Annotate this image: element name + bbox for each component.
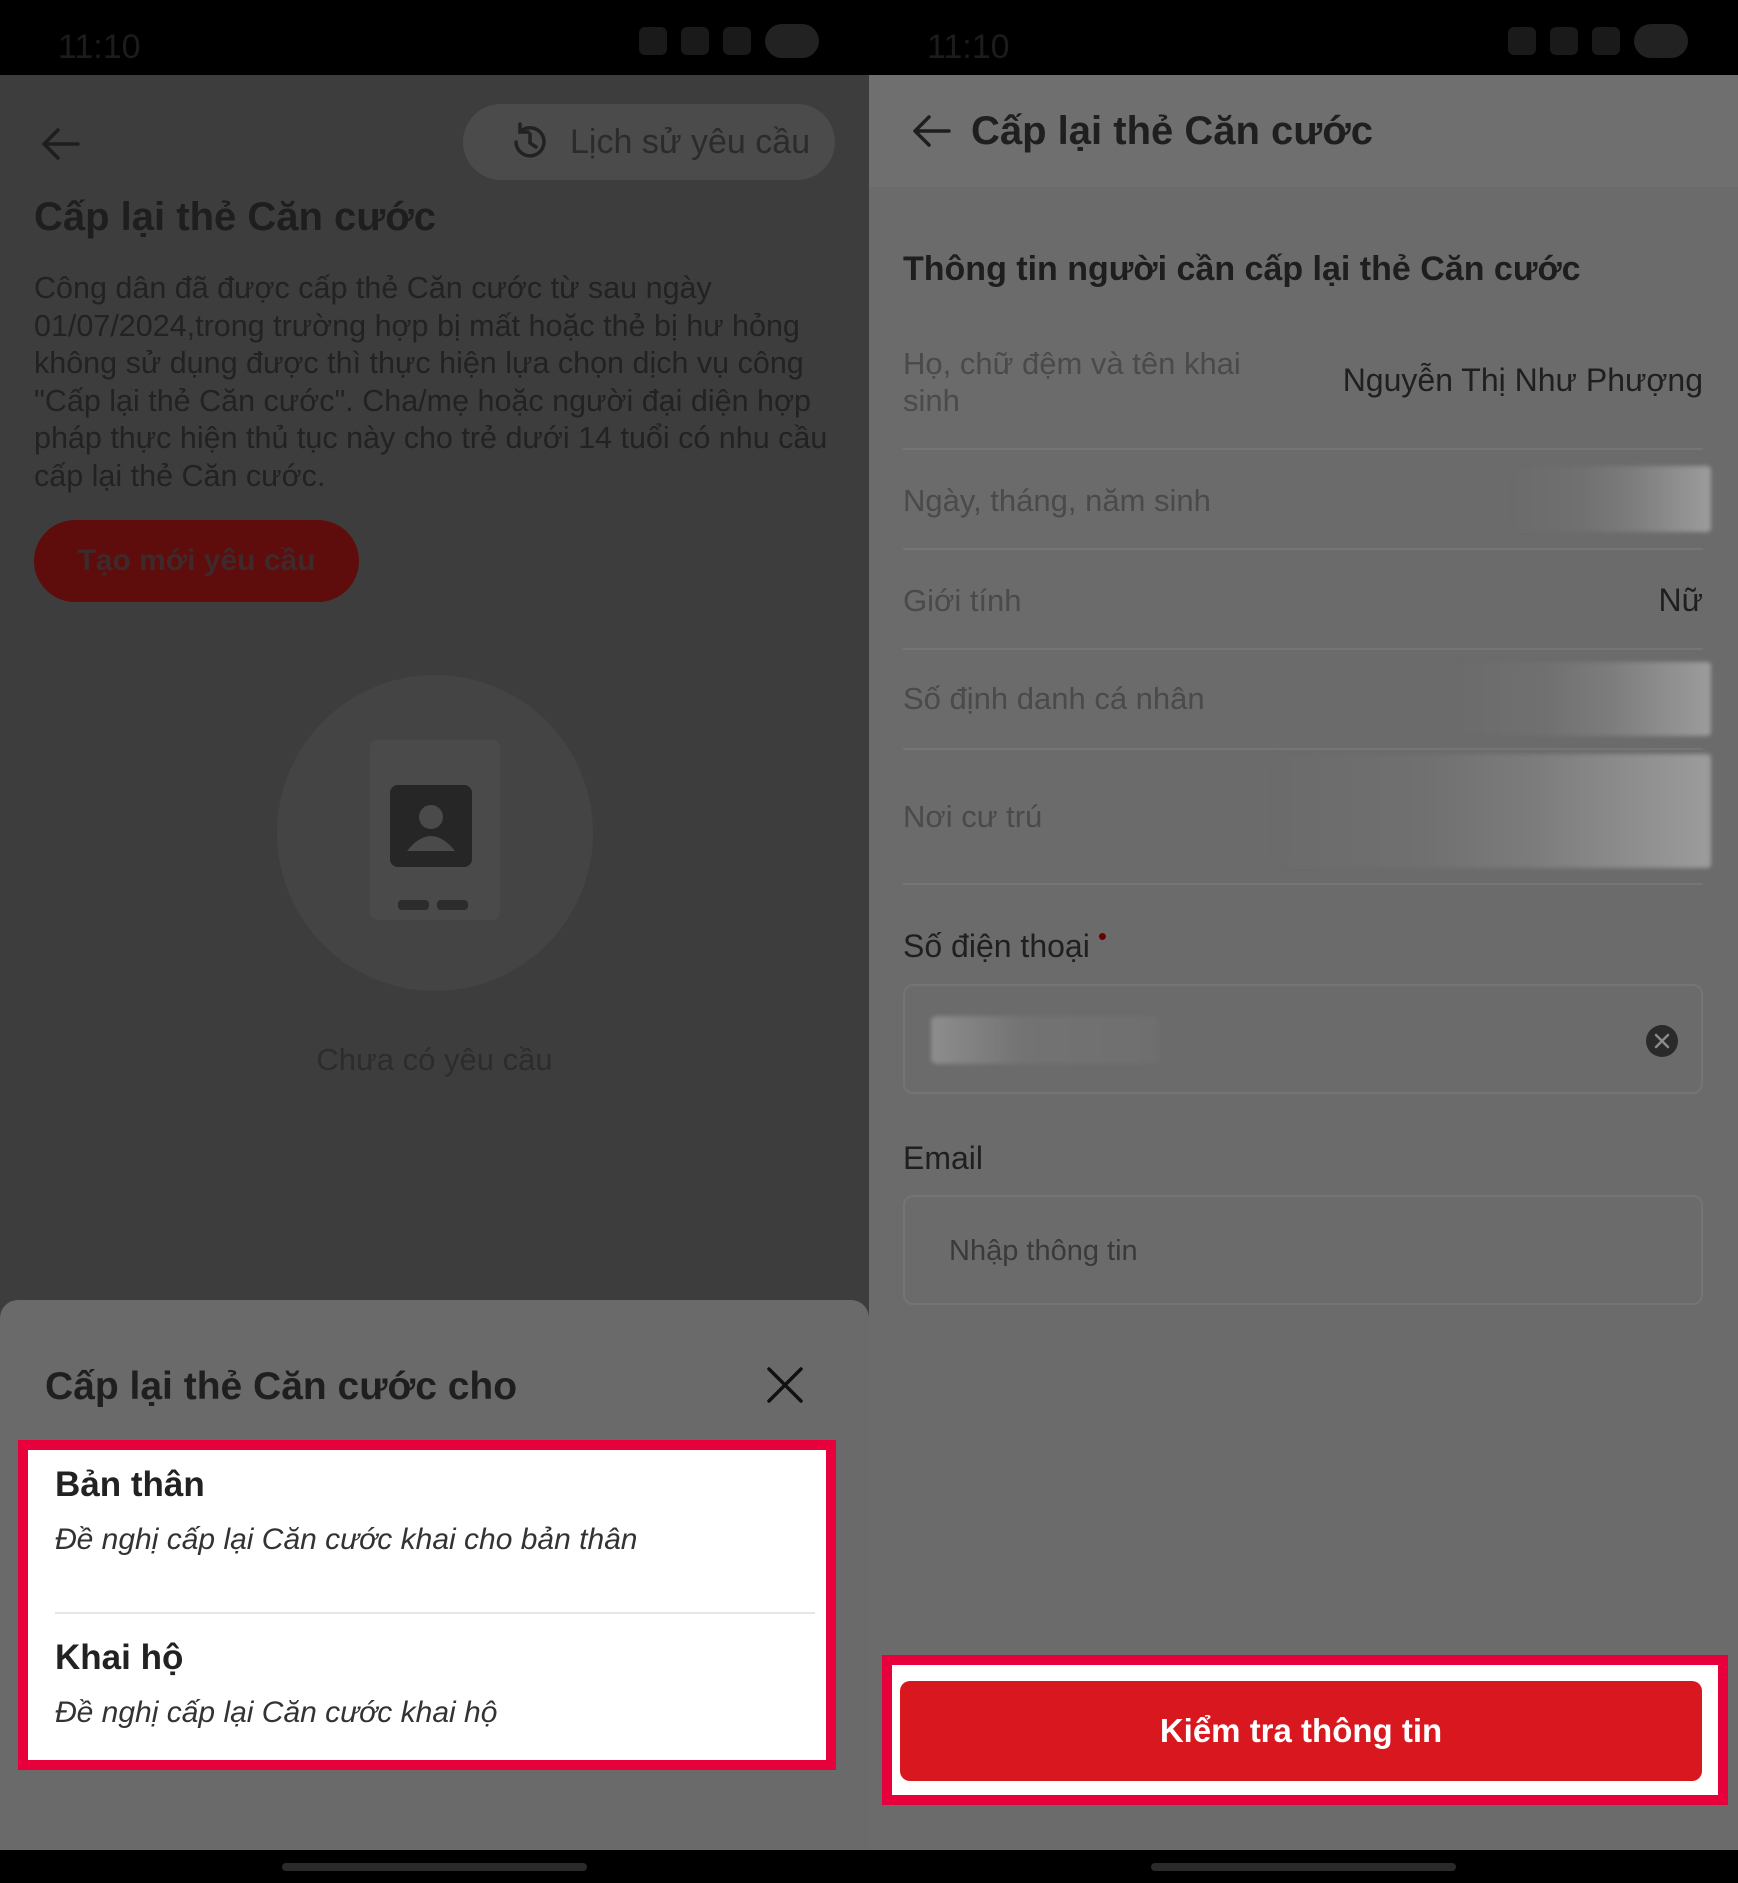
- residence-redacted: [1271, 754, 1711, 868]
- gender-value: Nữ: [1658, 582, 1703, 618]
- new-request-button[interactable]: Tạo mới yêu cầu: [34, 520, 359, 602]
- empty-state-text: Chưa có yêu cầu: [316, 1042, 553, 1077]
- mute-icon: [1550, 27, 1578, 55]
- phone-label-text: Số điện thoại: [903, 928, 1090, 964]
- check-info-button[interactable]: Kiểm tra thông tin: [900, 1681, 1702, 1781]
- option-on-behalf-title: Khai hộ: [55, 1638, 184, 1677]
- header-title: Cấp lại thẻ Căn cước: [971, 109, 1373, 153]
- personal-id-label: Số định danh cá nhân: [903, 681, 1205, 716]
- status-bar: 11:10: [869, 0, 1738, 75]
- battery-icon: [1634, 24, 1688, 58]
- battery-icon: [765, 24, 819, 58]
- status-time: 11:10: [58, 28, 141, 66]
- history-clock-icon: [514, 122, 546, 158]
- option-self[interactable]: Bản thân Đề nghị cấp lại Căn cước khai c…: [55, 1465, 815, 1557]
- email-field-label: Email: [903, 1140, 984, 1176]
- personal-id-redacted: [1456, 662, 1711, 736]
- page-description: Công dân đã được cấp thẻ Căn cước từ sau…: [34, 271, 828, 493]
- birth-date-label: Ngày, tháng, năm sinh: [903, 483, 1211, 518]
- heart-icon: [1508, 27, 1536, 55]
- app-header: Cấp lại thẻ Căn cước: [869, 75, 1738, 187]
- sheet-title: Cấp lại thẻ Căn cước cho: [45, 1365, 518, 1408]
- right-phone-screen: 11:10 Cấp lại thẻ Căn cước Thông tin ngư…: [869, 0, 1738, 1883]
- section-title: Thông tin người cần cấp lại thẻ Căn cước: [903, 250, 1581, 288]
- residence-label: Nơi cư trú: [903, 799, 1043, 834]
- left-phone-screen: 11:10 Lịch sử yêu cầu Cấp lại thẻ Căn cư…: [0, 0, 869, 1883]
- option-on-behalf-subtitle: Đề nghị cấp lại Căn cước khai hộ: [55, 1696, 498, 1729]
- info-row-residence: Nơi cư trú: [903, 750, 1711, 885]
- email-input[interactable]: Nhập thông tin: [903, 1195, 1703, 1305]
- page-title: Cấp lại thẻ Căn cước: [34, 195, 436, 239]
- history-button[interactable]: Lịch sử yêu cầu: [463, 104, 835, 180]
- signal-icon: [723, 27, 751, 55]
- mute-icon: [681, 27, 709, 55]
- birth-date-redacted: [1511, 466, 1711, 532]
- info-row-full-name: Họ, chữ đệm và tên khai sinh Nguyễn Thị …: [903, 340, 1703, 450]
- status-icons: [639, 24, 819, 58]
- card-lines: [398, 900, 468, 910]
- history-button-label: Lịch sử yêu cầu: [570, 122, 811, 161]
- back-arrow-icon[interactable]: [909, 109, 953, 153]
- check-button-highlight-box: Kiểm tra thông tin: [882, 1655, 1728, 1805]
- phone-input[interactable]: [903, 984, 1703, 1094]
- status-bar: 11:10: [0, 0, 869, 75]
- person-icon: [390, 785, 472, 867]
- required-marker: •: [1097, 921, 1107, 951]
- option-self-subtitle: Đề nghị cấp lại Căn cước khai cho bản th…: [55, 1523, 638, 1556]
- back-arrow-icon[interactable]: [38, 122, 82, 166]
- home-indicator[interactable]: [1151, 1863, 1456, 1871]
- status-time: 11:10: [927, 28, 1010, 66]
- phone-value-redacted: [931, 1016, 1159, 1064]
- options-highlight-box: Bản thân Đề nghị cấp lại Căn cước khai c…: [18, 1440, 836, 1770]
- info-row-gender: Giới tính Nữ: [903, 550, 1703, 650]
- email-placeholder: Nhập thông tin: [949, 1235, 1138, 1267]
- bottom-sheet: Cấp lại thẻ Căn cước cho Bản thân Đề ngh…: [0, 1300, 869, 1850]
- heart-icon: [639, 27, 667, 55]
- option-on-behalf[interactable]: Khai hộ Đề nghị cấp lại Căn cước khai hộ: [55, 1638, 815, 1730]
- option-self-title: Bản thân: [55, 1465, 205, 1504]
- close-icon[interactable]: [763, 1363, 807, 1407]
- status-icons: [1508, 24, 1688, 58]
- full-name-value: Nguyễn Thị Như Phượng: [1342, 362, 1703, 398]
- signal-icon: [1592, 27, 1620, 55]
- full-name-label: Họ, chữ đệm và tên khai sinh: [903, 346, 1241, 418]
- gender-label: Giới tính: [903, 583, 1022, 618]
- screenshot-stage: 11:10 Lịch sử yêu cầu Cấp lại thẻ Căn cư…: [0, 0, 1738, 1883]
- option-divider: [55, 1612, 815, 1614]
- clear-input-icon[interactable]: [1645, 1024, 1679, 1058]
- phone-field-label: Số điện thoại •: [903, 921, 1107, 965]
- home-indicator[interactable]: [282, 1863, 587, 1871]
- info-row-birth-date: Ngày, tháng, năm sinh: [903, 450, 1711, 550]
- info-row-personal-id: Số định danh cá nhân: [903, 650, 1711, 750]
